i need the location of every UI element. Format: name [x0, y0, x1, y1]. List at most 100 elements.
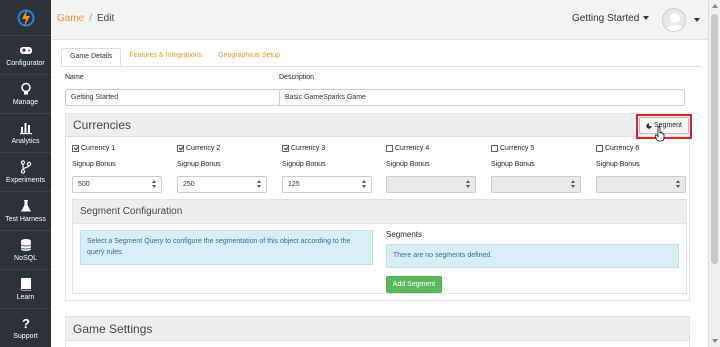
bar-chart-icon — [19, 123, 32, 135]
stepper-icon[interactable] — [152, 180, 157, 189]
signup-bonus-input-5[interactable] — [491, 176, 581, 193]
signup-bonus-label: Signup Bonus — [386, 161, 430, 168]
gamesparks-logo[interactable] — [0, 0, 51, 36]
scroll-down-icon[interactable] — [712, 339, 718, 343]
sidebar-item-configurator[interactable]: Configurator — [0, 36, 51, 75]
sidebar-item-label: Test Harness — [5, 216, 46, 223]
stepper-icon[interactable] — [362, 180, 367, 189]
currency-2-checkbox[interactable]: Currency 2 — [177, 145, 220, 152]
user-avatar[interactable] — [662, 8, 686, 32]
sidebar-item-analytics[interactable]: Analytics — [0, 114, 51, 153]
add-segment-button[interactable]: Add Segment — [386, 276, 442, 293]
signup-bonus-label: Signup Bonus — [282, 161, 326, 168]
breadcrumb-game-link[interactable]: Game — [57, 13, 84, 24]
game-selector-label: Getting Started — [572, 13, 640, 24]
tab-bar: Game Details Features & Integrations Geo… — [61, 48, 288, 66]
sidebar-item-learn[interactable]: Learn — [0, 270, 51, 309]
signup-bonus-input-2[interactable]: 250 — [177, 176, 267, 193]
checkbox-box[interactable] — [596, 145, 603, 152]
flask-icon — [20, 200, 31, 212]
question-icon: ? — [22, 316, 30, 330]
stepper-icon[interactable] — [257, 180, 262, 189]
tab-game-details[interactable]: Game Details — [61, 48, 122, 66]
sidebar-item-label: Experiments — [6, 177, 45, 184]
name-label: Name — [65, 74, 84, 81]
signup-bonus-label: Signup Bonus — [491, 161, 535, 168]
user-menu-chevron-icon[interactable] — [694, 18, 700, 22]
no-segments-message: There are no segments defined. — [386, 244, 679, 268]
currency-4-checkbox[interactable]: Currency 4 — [386, 145, 429, 152]
signup-bonus-label: Signup Bonus — [72, 161, 116, 168]
stepper-icon[interactable] — [676, 180, 681, 189]
logo-icon — [17, 8, 34, 27]
checkbox-box[interactable] — [491, 145, 498, 152]
user-icon — [666, 13, 684, 31]
breadcrumb-separator: / — [89, 13, 93, 24]
sidebar-item-label: NoSQL — [14, 255, 37, 262]
scrollbar-thumb[interactable] — [711, 14, 718, 264]
signup-bonus-label: Signup Bonus — [596, 161, 640, 168]
checkbox-box[interactable] — [282, 145, 289, 152]
signup-bonus-input-6[interactable] — [596, 176, 686, 193]
currency-label: Currency 1 — [81, 145, 116, 152]
currency-label: Currency 3 — [291, 145, 326, 152]
signup-bonus-value: 500 — [78, 181, 90, 188]
signup-bonus-label: Signup Bonus — [177, 161, 221, 168]
currency-5-checkbox[interactable]: Currency 5 — [491, 145, 534, 152]
book-icon — [20, 278, 31, 291]
sidebar: Configurator Manage Analytics Experiments Te… — [0, 0, 51, 347]
segments-label: Segments — [386, 230, 423, 239]
currency-label: Currency 2 — [186, 145, 221, 152]
checkbox-box[interactable] — [386, 145, 393, 152]
game-selector-dropdown[interactable]: Getting Started — [572, 13, 650, 24]
sidebar-item-nosql[interactable]: NoSQL — [0, 231, 51, 270]
signup-bonus-input-3[interactable]: 125 — [282, 176, 372, 193]
signup-bonus-value: 250 — [183, 181, 195, 188]
currencies-title: Currencies — [66, 114, 689, 137]
currency-1-checkbox[interactable]: Currency 1 — [72, 145, 115, 152]
main-content: Game Details Features & Integrations Geo… — [51, 40, 708, 347]
database-icon — [20, 239, 31, 251]
tab-geographical-setup[interactable]: Geographical Setup — [210, 48, 288, 66]
currency-label: Currency 4 — [395, 145, 430, 152]
checkbox-box[interactable] — [177, 145, 184, 152]
game-settings-title: Game Settings — [66, 317, 689, 341]
sidebar-item-support[interactable]: ? Support — [0, 309, 51, 347]
breadcrumb: Game / Edit — [57, 13, 114, 24]
currency-label: Currency 5 — [500, 145, 535, 152]
breadcrumb-current: Edit — [97, 13, 115, 24]
scroll-up-icon[interactable] — [712, 4, 718, 8]
tab-features-integrations[interactable]: Features & Integrations — [121, 48, 210, 66]
description-label: Description — [279, 74, 315, 81]
currency-3-checkbox[interactable]: Currency 3 — [282, 145, 325, 152]
branch-icon — [20, 160, 31, 174]
stepper-icon[interactable] — [466, 180, 471, 189]
gamepad-icon — [19, 47, 32, 54]
signup-bonus-value: 125 — [288, 181, 300, 188]
page-scrollbar[interactable] — [708, 0, 720, 347]
hand-cursor-icon — [655, 126, 665, 142]
currency-label: Currency 6 — [605, 145, 640, 152]
sidebar-item-label: Configurator — [6, 60, 45, 67]
tab-divider — [61, 66, 701, 67]
chevron-down-icon — [643, 16, 650, 21]
game-settings-panel: Game Settings — [65, 316, 690, 347]
pie-chart-icon — [646, 122, 652, 129]
sidebar-item-label: Manage — [12, 99, 39, 106]
sidebar-item-label: Analytics — [11, 138, 40, 145]
checkbox-box[interactable] — [72, 145, 79, 152]
stepper-icon[interactable] — [571, 180, 576, 189]
signup-bonus-input-1[interactable]: 500 — [72, 176, 162, 193]
svg-text:?: ? — [22, 316, 30, 330]
description-input[interactable]: Basic GameSparks Game — [279, 89, 685, 106]
lightbulb-icon — [20, 82, 31, 95]
currency-6-checkbox[interactable]: Currency 6 — [596, 145, 639, 152]
segment-configuration-title: Segment Configuration — [73, 200, 686, 224]
sidebar-item-experiments[interactable]: Experiments — [0, 153, 51, 192]
sidebar-item-label: Learn — [16, 294, 35, 301]
signup-bonus-input-4[interactable] — [386, 176, 476, 193]
sidebar-item-label: Support — [13, 333, 38, 340]
top-bar: Game / Edit Getting Started — [51, 0, 717, 40]
sidebar-item-test-harness[interactable]: Test Harness — [0, 192, 51, 231]
sidebar-item-manage[interactable]: Manage — [0, 75, 51, 114]
